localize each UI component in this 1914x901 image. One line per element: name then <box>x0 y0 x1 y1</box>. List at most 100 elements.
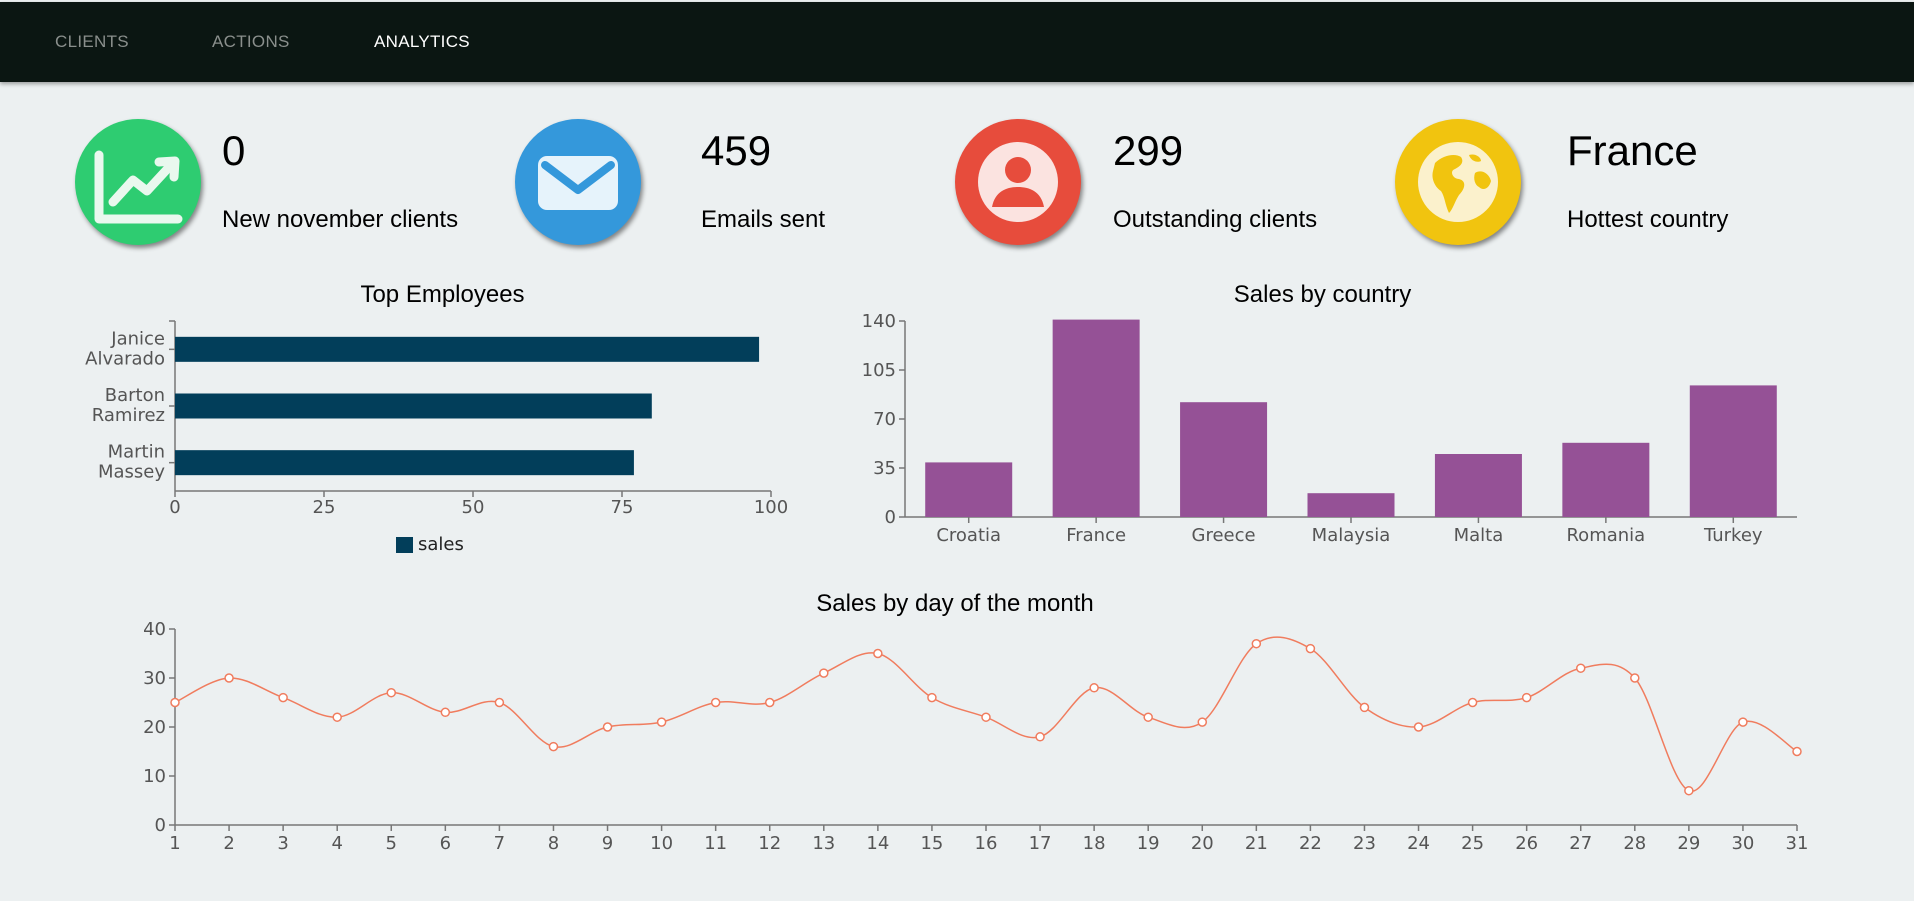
data-point <box>764 697 775 708</box>
x-tick-label: 10 <box>650 833 673 854</box>
bar <box>1180 402 1268 517</box>
x-tick-label: 26 <box>1515 833 1538 854</box>
y-tick-label: Barton <box>105 385 165 406</box>
x-tick-label: Malta <box>1454 525 1504 546</box>
y-tick-label: Massey <box>98 462 165 483</box>
x-tick-label: Greece <box>1192 525 1256 546</box>
data-point <box>170 697 180 708</box>
x-tick-label: 16 <box>975 833 998 854</box>
data-point <box>710 697 721 708</box>
y-tick-label: Alvarado <box>85 348 165 369</box>
x-tick-label: 3 <box>277 833 288 854</box>
y-tick-label: Martin <box>108 442 165 463</box>
bar <box>925 462 1013 517</box>
y-tick-label: Janice <box>110 328 165 349</box>
data-point <box>1575 663 1586 673</box>
x-tick-label: France <box>1066 525 1126 546</box>
x-tick-label: 4 <box>331 833 342 854</box>
bar <box>1689 385 1777 517</box>
data-point <box>440 707 451 718</box>
x-tick-label: 23 <box>1353 833 1376 854</box>
y-tick-label: Ramirez <box>92 405 165 426</box>
data-point <box>602 722 613 732</box>
x-tick-label: 5 <box>386 833 397 854</box>
bar <box>1434 454 1522 517</box>
bar <box>175 393 652 419</box>
x-tick-label: 25 <box>313 497 336 518</box>
y-tick-label: 35 <box>873 458 896 479</box>
y-tick-label: 0 <box>885 507 896 528</box>
x-tick-label: 6 <box>440 833 451 854</box>
data-point <box>1305 643 1316 654</box>
x-tick-label: 11 <box>704 833 727 854</box>
y-tick-label: 20 <box>143 717 166 738</box>
data-point <box>981 712 991 722</box>
data-point <box>1630 673 1640 683</box>
data-point <box>656 717 667 727</box>
data-point <box>548 741 559 752</box>
data-point <box>1521 692 1532 703</box>
x-tick-label: 20 <box>1191 833 1214 854</box>
data-point <box>1089 683 1099 693</box>
x-tick-label: 28 <box>1623 833 1646 854</box>
data-point <box>386 687 397 698</box>
x-tick-label: 2 <box>223 833 234 854</box>
data-point <box>1467 697 1478 708</box>
x-tick-label: 17 <box>1029 833 1052 854</box>
x-tick-label: 15 <box>920 833 943 854</box>
x-tick-label: Turkey <box>1703 525 1763 546</box>
x-tick-label: 19 <box>1137 833 1160 854</box>
data-point <box>278 692 288 703</box>
x-tick-label: 22 <box>1299 833 1322 854</box>
bar <box>1052 319 1140 517</box>
x-tick-label: 0 <box>169 497 180 518</box>
y-tick-label: 70 <box>873 409 896 430</box>
data-point <box>1359 702 1370 713</box>
x-tick-label: 1 <box>169 833 180 854</box>
data-point <box>927 692 937 703</box>
y-tick-label: 0 <box>155 815 166 836</box>
data-point <box>494 697 505 708</box>
x-tick-label: 18 <box>1083 833 1106 854</box>
data-point <box>1197 717 1208 727</box>
y-tick-label: 10 <box>143 766 166 787</box>
data-point <box>224 673 234 683</box>
x-tick-label: 25 <box>1461 833 1484 854</box>
y-tick-label: 30 <box>143 668 166 689</box>
x-tick-label: 100 <box>754 497 788 518</box>
x-tick-label: 9 <box>602 833 613 854</box>
y-tick-label: 140 <box>862 311 896 332</box>
x-tick-label: 12 <box>758 833 781 854</box>
x-tick-label: 29 <box>1677 833 1700 854</box>
x-tick-label: 27 <box>1569 833 1592 854</box>
x-tick-label: 14 <box>866 833 889 854</box>
data-point <box>1684 785 1694 796</box>
bar <box>1562 442 1650 517</box>
data-point <box>1792 746 1802 757</box>
x-tick-label: 30 <box>1731 833 1754 854</box>
data-point <box>1143 712 1153 722</box>
y-tick-label: 105 <box>862 360 896 381</box>
data-point <box>1413 722 1424 732</box>
data-point <box>819 668 829 678</box>
bar <box>175 336 760 362</box>
data-point <box>873 648 883 659</box>
x-tick-label: 7 <box>494 833 505 854</box>
x-tick-label: Romania <box>1566 525 1645 546</box>
x-tick-label: Croatia <box>936 525 1001 546</box>
charts-canvas: JaniceAlvaradoBartonRamirezMartinMassey0… <box>85 311 1809 854</box>
y-tick-label: 40 <box>143 619 166 640</box>
data-point <box>1035 732 1045 742</box>
x-tick-label: 24 <box>1407 833 1430 854</box>
data-point <box>1738 717 1748 727</box>
x-tick-label: 13 <box>812 833 835 854</box>
x-tick-label: 50 <box>462 497 485 518</box>
data-point <box>1251 638 1262 649</box>
legend-label: sales <box>418 534 464 555</box>
x-tick-label: 31 <box>1786 833 1809 854</box>
x-tick-label: Malaysia <box>1312 525 1391 546</box>
x-tick-label: 21 <box>1245 833 1268 854</box>
bar <box>1307 493 1395 517</box>
data-point <box>332 712 342 722</box>
x-tick-label: 75 <box>611 497 634 518</box>
